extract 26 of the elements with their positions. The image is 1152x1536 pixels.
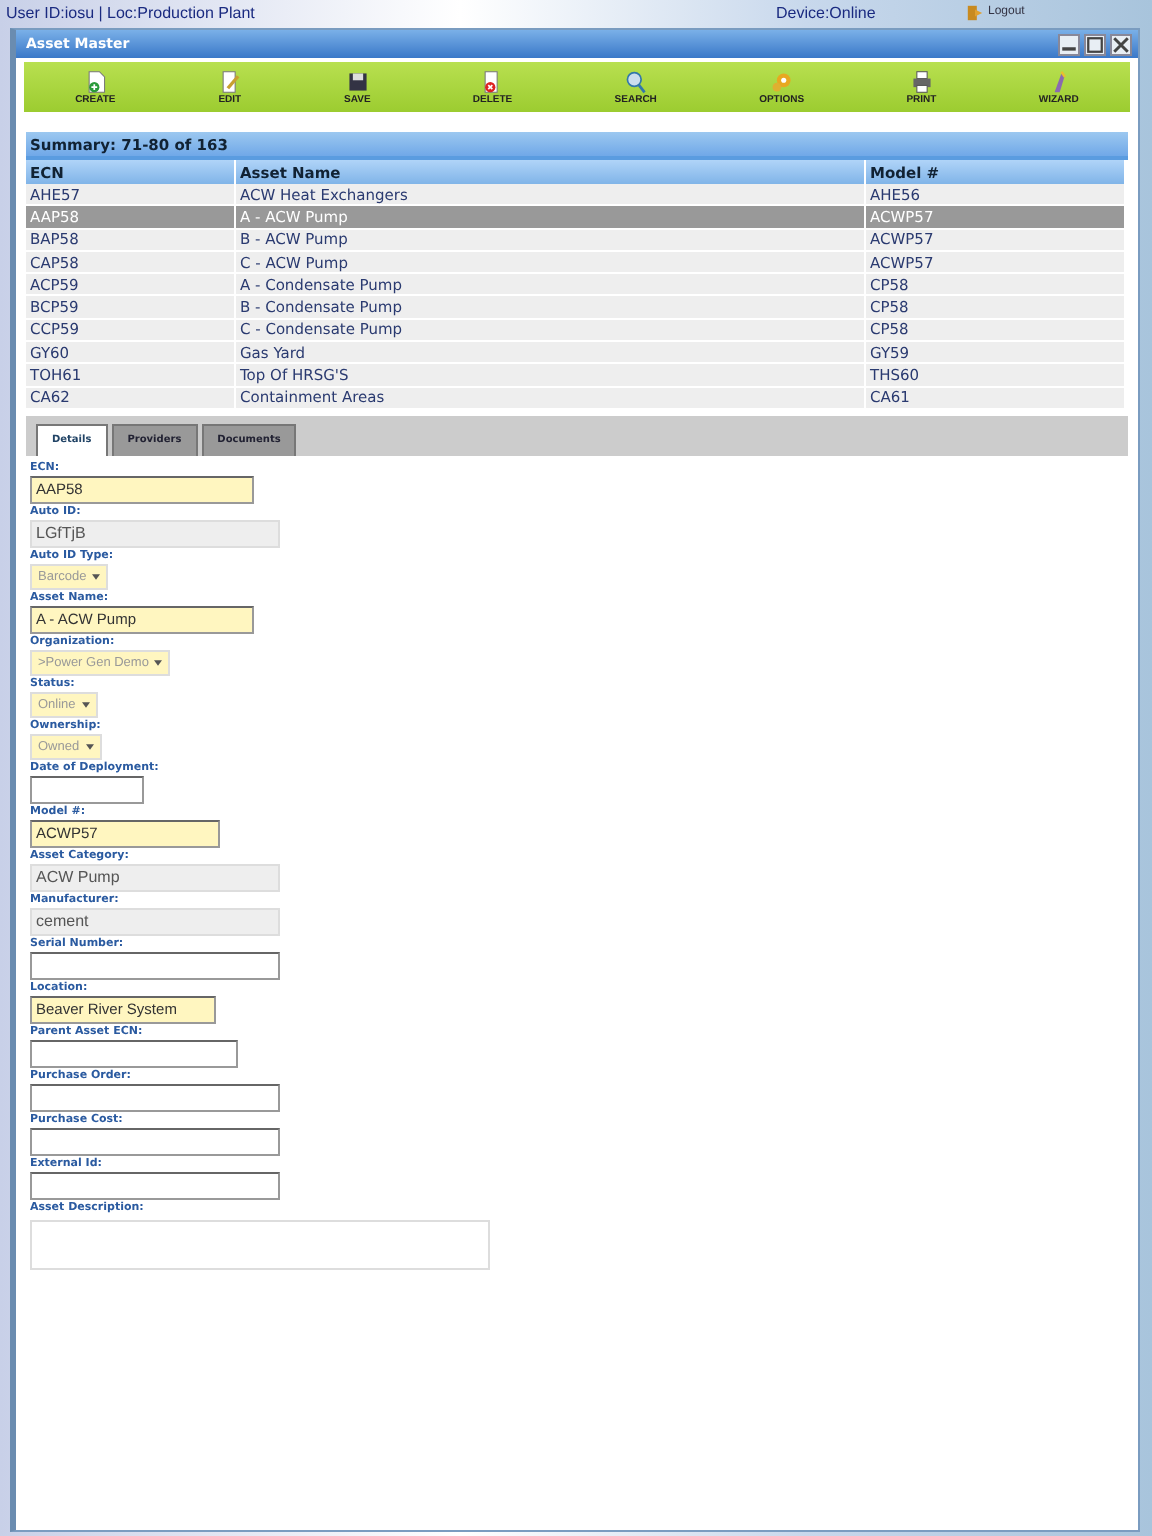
input-field[interactable]: [30, 951, 280, 980]
printer-icon: [909, 69, 934, 93]
search-icon: [623, 69, 648, 93]
caret-icon: [92, 573, 101, 580]
document-plus-icon: [83, 69, 108, 93]
input-field[interactable]: [30, 1127, 280, 1156]
maximize-button[interactable]: [1084, 33, 1106, 55]
close-button[interactable]: [1110, 33, 1132, 55]
minimize-button[interactable]: [1058, 33, 1080, 55]
input-field[interactable]: [30, 775, 144, 804]
input-field[interactable]: [30, 1083, 280, 1112]
close-icon: [1112, 35, 1130, 53]
readonly-field[interactable]: LGfTjB: [30, 519, 280, 548]
user-location-label: User ID:iosu | Loc:Production Plant: [6, 3, 257, 21]
caret-icon: [81, 701, 90, 708]
maximize-icon: [1086, 35, 1104, 53]
input-field[interactable]: [30, 1039, 238, 1068]
device-status-label: Device:Online: [776, 3, 878, 21]
caret-icon: [85, 743, 94, 750]
readonly-field[interactable]: ACW Pump: [30, 863, 280, 892]
exit-door-icon: [966, 3, 984, 21]
readonly-field[interactable]: cement: [30, 907, 280, 936]
gears-icon: [769, 69, 794, 93]
pencil-document-icon: [217, 69, 242, 93]
input-field[interactable]: [30, 1171, 280, 1200]
caret-icon: [154, 659, 163, 666]
